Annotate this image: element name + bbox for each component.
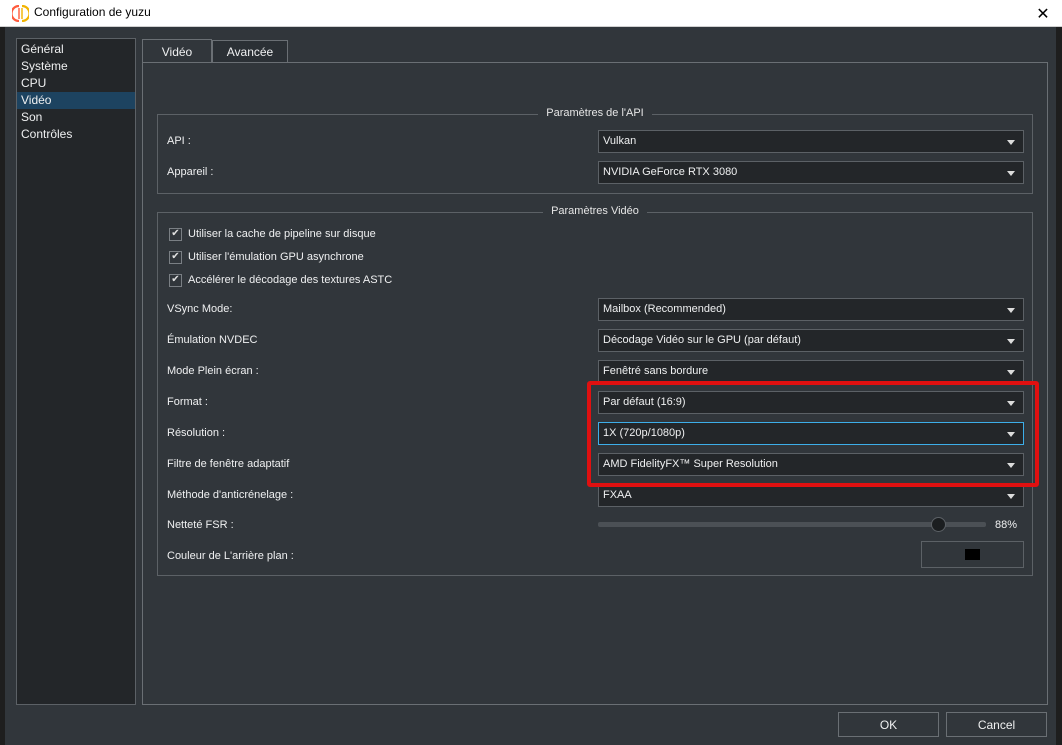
- api-settings-group: Paramètres de l'API API : Vulkan Apparei…: [157, 107, 1033, 194]
- ok-button[interactable]: OK: [838, 712, 939, 737]
- fsr-sharpness-label: Netteté FSR :: [167, 519, 234, 531]
- api-value: Vulkan: [603, 135, 637, 147]
- settings-dialog: Général Système CPU Vidéo Son Contrôles …: [5, 27, 1056, 745]
- highlight-annotation: [587, 381, 1039, 487]
- window-filter-label: Filtre de fenêtre adaptatif: [167, 458, 290, 470]
- window-titlebar: Configuration de yuzu ✕: [0, 0, 1062, 27]
- chevron-down-icon: [1007, 140, 1015, 145]
- nvdec-combobox[interactable]: Décodage Vidéo sur le GPU (par défaut): [598, 329, 1024, 352]
- device-combobox[interactable]: NVIDIA GeForce RTX 3080: [598, 161, 1024, 184]
- category-list[interactable]: Général Système CPU Vidéo Son Contrôles: [16, 38, 136, 705]
- sidebar-item-audio[interactable]: Son: [17, 109, 135, 126]
- background-color-label: Couleur de L'arrière plan :: [167, 550, 294, 562]
- device-label: Appareil :: [167, 166, 214, 178]
- background-window-edge-right: [1056, 27, 1062, 745]
- chevron-down-icon: [1007, 494, 1015, 499]
- async-gpu-checkbox[interactable]: ✔ Utiliser l'émulation GPU asynchrone: [169, 249, 364, 265]
- sidebar-item-general[interactable]: Général: [17, 41, 135, 58]
- api-group-title: Paramètres de l'API: [538, 107, 652, 119]
- vsync-label: VSync Mode:: [167, 303, 233, 315]
- pipeline-cache-checkbox[interactable]: ✔ Utiliser la cache de pipeline sur disq…: [169, 226, 376, 242]
- fullscreen-combobox[interactable]: Fenêtré sans bordure: [598, 360, 1024, 383]
- fsr-value: 88%: [995, 519, 1018, 531]
- fsr-slider-track[interactable]: [598, 522, 986, 527]
- tab-advanced[interactable]: Avancée: [212, 40, 288, 62]
- vsync-combobox[interactable]: Mailbox (Recommended): [598, 298, 1024, 321]
- api-combobox[interactable]: Vulkan: [598, 130, 1024, 153]
- tab-video[interactable]: Vidéo: [142, 39, 212, 63]
- resolution-label: Résolution :: [167, 427, 226, 439]
- yuzu-logo-icon: [12, 5, 29, 22]
- fullscreen-label: Mode Plein écran :: [167, 365, 259, 377]
- chevron-down-icon: [1007, 308, 1015, 313]
- antialiasing-combobox[interactable]: FXAA: [598, 484, 1024, 507]
- antialiasing-label: Méthode d'anticrénelage :: [167, 489, 294, 501]
- fsr-slider-handle[interactable]: [931, 517, 947, 532]
- background-color-button[interactable]: [921, 541, 1024, 568]
- sidebar-item-cpu[interactable]: CPU: [17, 75, 135, 92]
- color-swatch: [965, 549, 980, 560]
- checkmark-icon[interactable]: ✔: [169, 227, 182, 241]
- format-label: Format :: [167, 396, 208, 408]
- chevron-down-icon: [1007, 339, 1015, 344]
- cancel-button[interactable]: Cancel: [946, 712, 1047, 737]
- api-label: API :: [167, 135, 191, 147]
- device-value: NVIDIA GeForce RTX 3080: [603, 166, 738, 178]
- checkmark-icon[interactable]: ✔: [169, 273, 182, 287]
- window-title: Configuration de yuzu: [34, 5, 151, 19]
- sidebar-item-video[interactable]: Vidéo: [17, 92, 135, 109]
- close-icon[interactable]: ✕: [1032, 3, 1054, 23]
- astc-decoding-checkbox[interactable]: ✔ Accélérer le décodage des textures AST…: [169, 272, 392, 288]
- nvdec-label: Émulation NVDEC: [167, 334, 258, 346]
- chevron-down-icon: [1007, 370, 1015, 375]
- video-group-title: Paramètres Vidéo: [543, 205, 647, 217]
- chevron-down-icon: [1007, 171, 1015, 176]
- sidebar-item-system[interactable]: Système: [17, 58, 135, 75]
- checkmark-icon[interactable]: ✔: [169, 250, 182, 264]
- sidebar-item-controls[interactable]: Contrôles: [17, 126, 135, 143]
